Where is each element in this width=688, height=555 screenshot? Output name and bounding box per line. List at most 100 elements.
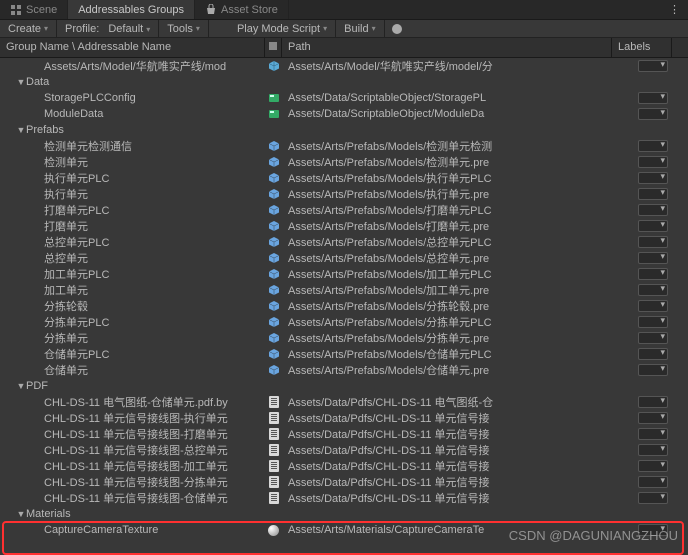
- asset-row[interactable]: CHL-DS-11 单元信号接线图-分拣单元Assets/Data/Pdfs/C…: [0, 474, 688, 490]
- tab-asset-store[interactable]: Asset Store: [195, 0, 289, 19]
- asset-row[interactable]: 仓储单元Assets/Arts/Prefabs/Models/仓储单元.pre: [0, 362, 688, 378]
- labels-dropdown[interactable]: [638, 108, 668, 120]
- labels-dropdown[interactable]: [638, 92, 668, 104]
- asset-row[interactable]: 仓储单元PLC Assets/Arts/Prefabs/Models/仓储单元PL…: [0, 346, 688, 362]
- labels-dropdown[interactable]: [638, 172, 668, 184]
- asset-row[interactable]: 检测单元Assets/Arts/Prefabs/Models/检测单元.pre: [0, 154, 688, 170]
- row-name-label: CHL-DS-11 单元信号接线图-执行单元: [44, 410, 228, 426]
- row-labels: [612, 492, 672, 504]
- labels-dropdown[interactable]: [638, 492, 668, 504]
- foldout-toggle[interactable]: [16, 381, 26, 391]
- asset-row[interactable]: 打磨单元Assets/Arts/Prefabs/Models/打磨单元.pre: [0, 218, 688, 234]
- labels-dropdown[interactable]: [638, 332, 668, 344]
- foldout-toggle[interactable]: [16, 77, 26, 87]
- foldout-toggle[interactable]: [16, 509, 26, 519]
- tab-scene[interactable]: Scene: [0, 0, 68, 19]
- row-name-label: CaptureCameraTexture: [44, 524, 158, 536]
- asset-row[interactable]: CHL-DS-11 单元信号接线图-仓储单元Assets/Data/Pdfs/C…: [0, 490, 688, 506]
- row-name-label: 仓储单元PLC: [44, 346, 109, 362]
- labels-dropdown[interactable]: [638, 476, 668, 488]
- row-type-icon: [265, 220, 282, 232]
- asset-row[interactable]: CHL-DS-11 单元信号接线图-打磨单元Assets/Data/Pdfs/C…: [0, 426, 688, 442]
- group-row[interactable]: Prefabs: [0, 122, 688, 138]
- labels-dropdown[interactable]: [638, 268, 668, 280]
- row-name-label: 加工单元PLC: [44, 266, 109, 282]
- row-labels: [612, 300, 672, 312]
- asset-row[interactable]: StoragePLCConfigAssets/Data/ScriptableOb…: [0, 90, 688, 106]
- row-labels: [612, 476, 672, 488]
- tab-options-menu[interactable]: ⋮: [661, 0, 688, 19]
- asset-row[interactable]: 分拣单元PLCAssets/Arts/Prefabs/Models/分拣单元PL…: [0, 314, 688, 330]
- row-name-label: CHL-DS-11 电气图纸-仓储单元.pdf.by: [44, 394, 228, 410]
- labels-dropdown[interactable]: [638, 220, 668, 232]
- labels-dropdown[interactable]: [638, 428, 668, 440]
- playmode-dropdown[interactable]: Play Mode Script: [229, 20, 336, 37]
- tree-view[interactable]: Assets/Arts/Model/华航唯实产线/modAssets/Arts/…: [0, 58, 688, 538]
- asset-row[interactable]: ModuleDataAssets/Data/ScriptableObject/M…: [0, 106, 688, 122]
- labels-dropdown[interactable]: [638, 204, 668, 216]
- labels-dropdown[interactable]: [638, 156, 668, 168]
- asset-row[interactable]: Assets/Arts/Model/华航唯实产线/modAssets/Arts/…: [0, 58, 688, 74]
- row-type-icon: [265, 525, 282, 536]
- tab-addressables[interactable]: Addressables Groups: [68, 0, 195, 19]
- row-path: Assets/Arts/Prefabs/Models/总控单元.pre: [282, 250, 612, 266]
- labels-dropdown[interactable]: [638, 60, 668, 72]
- row-name-label: 仓储单元: [44, 362, 88, 378]
- row-name-label: 分拣轮毂: [44, 298, 88, 314]
- labels-dropdown[interactable]: [638, 284, 668, 296]
- labels-dropdown[interactable]: [638, 252, 668, 264]
- asset-row[interactable]: CaptureCameraTextureAssets/Arts/Material…: [0, 522, 688, 538]
- row-type-icon: [265, 268, 282, 280]
- row-name-label: ModuleData: [44, 108, 103, 120]
- labels-dropdown[interactable]: [638, 460, 668, 472]
- group-row[interactable]: Materials: [0, 506, 688, 522]
- build-dropdown[interactable]: Build: [336, 20, 384, 37]
- labels-dropdown[interactable]: [638, 140, 668, 152]
- row-type-icon: [265, 284, 282, 296]
- labels-dropdown[interactable]: [638, 412, 668, 424]
- header-icon-col[interactable]: [265, 38, 282, 57]
- asset-row[interactable]: 执行单元Assets/Arts/Prefabs/Models/执行单元.pre: [0, 186, 688, 202]
- asset-row[interactable]: 总控单元PLCAssets/Arts/Prefabs/Models/总控单元PL…: [0, 234, 688, 250]
- profile-dropdown[interactable]: Profile: Default: [57, 20, 159, 37]
- tab-bar: Scene Addressables Groups Asset Store ⋮: [0, 0, 688, 20]
- labels-dropdown[interactable]: [638, 188, 668, 200]
- asset-row[interactable]: CHL-DS-11 单元信号接线图-执行单元Assets/Data/Pdfs/C…: [0, 410, 688, 426]
- foldout-toggle[interactable]: [16, 125, 26, 135]
- asset-row[interactable]: CHL-DS-11 电气图纸-仓储单元.pdf.byAssets/Data/Pd…: [0, 394, 688, 410]
- create-dropdown[interactable]: Create: [0, 20, 57, 37]
- asset-row[interactable]: 检测单元检测通信Assets/Arts/Prefabs/Models/检测单元检…: [0, 138, 688, 154]
- row-path: Assets/Arts/Prefabs/Models/仓储单元PLC: [282, 346, 612, 362]
- row-path: Assets/Arts/Prefabs/Models/总控单元PLC: [282, 234, 612, 250]
- row-name-label: 分拣单元PLC: [44, 314, 109, 330]
- asset-row[interactable]: 分拣单元Assets/Arts/Prefabs/Models/分拣单元.pre: [0, 330, 688, 346]
- labels-dropdown[interactable]: [638, 396, 668, 408]
- labels-dropdown[interactable]: [638, 300, 668, 312]
- asset-row[interactable]: 加工单元PLCAssets/Arts/Prefabs/Models/加工单元PL…: [0, 266, 688, 282]
- refresh-button[interactable]: [385, 20, 409, 37]
- row-name-label: 总控单元: [44, 250, 88, 266]
- asset-row[interactable]: CHL-DS-11 单元信号接线图-总控单元Assets/Data/Pdfs/C…: [0, 442, 688, 458]
- labels-dropdown[interactable]: [638, 364, 668, 376]
- asset-row[interactable]: 打磨单元PLCAssets/Arts/Prefabs/Models/打磨单元PL…: [0, 202, 688, 218]
- group-row[interactable]: PDF: [0, 378, 688, 394]
- asset-row[interactable]: 加工单元Assets/Arts/Prefabs/Models/加工单元.pre: [0, 282, 688, 298]
- group-row[interactable]: Data: [0, 74, 688, 90]
- tools-dropdown[interactable]: Tools: [159, 20, 209, 37]
- row-path: Assets/Arts/Prefabs/Models/加工单元.pre: [282, 282, 612, 298]
- asset-row[interactable]: CHL-DS-11 单元信号接线图-加工单元Assets/Data/Pdfs/C…: [0, 458, 688, 474]
- labels-dropdown[interactable]: [638, 236, 668, 248]
- asset-row[interactable]: 分拣轮毂Assets/Arts/Prefabs/Models/分拣轮毂.pre: [0, 298, 688, 314]
- row-name-label: 打磨单元PLC: [44, 202, 109, 218]
- labels-dropdown[interactable]: [638, 348, 668, 360]
- header-name[interactable]: Group Name \ Addressable Name: [0, 38, 265, 57]
- asset-row[interactable]: 总控单元 Assets/Arts/Prefabs/Models/总控单元.pre: [0, 250, 688, 266]
- asset-row[interactable]: 执行单元PLCAssets/Arts/Prefabs/Models/执行单元PL…: [0, 170, 688, 186]
- header-labels[interactable]: Labels: [612, 38, 672, 57]
- labels-dropdown[interactable]: [638, 316, 668, 328]
- header-path[interactable]: Path: [282, 38, 612, 57]
- row-path: Assets/Arts/Prefabs/Models/检测单元.pre: [282, 154, 612, 170]
- store-icon: [205, 4, 217, 16]
- labels-dropdown[interactable]: [638, 524, 668, 536]
- labels-dropdown[interactable]: [638, 444, 668, 456]
